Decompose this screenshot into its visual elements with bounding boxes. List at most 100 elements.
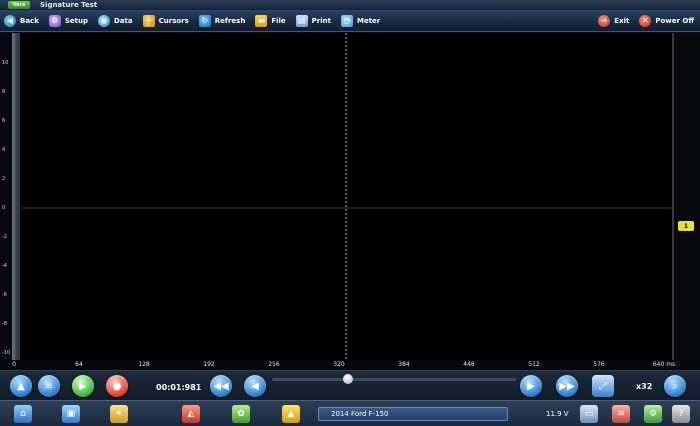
list-icon: ≡ <box>44 380 54 392</box>
help-icon[interactable]: ? <box>672 405 690 423</box>
y-tick-label: 2 <box>2 176 6 182</box>
step-back-button[interactable]: ◀ <box>244 375 266 397</box>
back-arrow-icon: ◀ <box>4 14 16 27</box>
channel-trigger-marker[interactable]: 1 <box>678 221 694 231</box>
y-tick-label: 6 <box>2 118 6 124</box>
scope-app-icon[interactable]: ◭ <box>182 405 200 423</box>
y-tick-label: 10 <box>2 60 9 66</box>
setup-label: Setup <box>64 16 89 25</box>
y-tick-label: -10 <box>2 350 11 356</box>
vehicle-selector[interactable]: 2014 Ford F-150 <box>318 407 508 421</box>
expand-icon: ▲ <box>17 380 25 392</box>
home-icon[interactable]: ⌂ <box>14 405 32 423</box>
rewind-icon: ◀◀ <box>213 380 229 392</box>
x-tick-label: 64 <box>75 361 83 368</box>
y-tick-label: 8 <box>2 89 6 95</box>
x-tick-label: 128 <box>138 361 150 368</box>
file-button[interactable]: ▬ File <box>251 11 291 31</box>
power-off-button[interactable]: ✕ Power Off <box>635 11 700 31</box>
refresh-button[interactable]: ↻ Refresh <box>195 11 252 31</box>
window-title: Signature Test <box>40 1 98 9</box>
waveform-plot[interactable]: + <box>18 33 674 360</box>
power-off-icon: ✕ <box>639 14 652 27</box>
skip-forward-button[interactable]: ▶▶ <box>556 375 578 397</box>
cursors-icon: ┼ <box>142 14 155 27</box>
shop-manager-icon[interactable]: ✿ <box>232 405 250 423</box>
magnifier-icon: ⌕ <box>672 380 678 392</box>
setup-gear-icon: ⚙ <box>48 14 61 27</box>
vehicle-menu-icon[interactable]: ▣ <box>62 405 80 423</box>
y-tick-label: 0 <box>2 205 6 211</box>
fast-forward-icon: ▶▶ <box>559 380 575 392</box>
x-tick-label: 320 <box>333 361 345 368</box>
refresh-label: Refresh <box>214 16 246 25</box>
x-tick-label: 192 <box>203 361 215 368</box>
app-logo: Vera <box>8 1 30 9</box>
exit-icon: ➜ <box>598 14 611 27</box>
x-tick-label: 448 <box>463 361 475 368</box>
record-button[interactable]: ● <box>106 375 128 397</box>
printer-icon: ▤ <box>295 14 308 27</box>
tools-icon[interactable]: ✦ <box>110 405 128 423</box>
scope-panel: 10 8 6 4 2 0 -2 -4 -6 -8 -10 + 1 <box>0 33 700 360</box>
battery-voltage: 11.9 V <box>546 410 569 418</box>
x-tick-label: 640 ms <box>652 361 676 368</box>
play-icon: ▶ <box>79 380 87 392</box>
settings-icon[interactable]: ⚙ <box>644 405 662 423</box>
meter-icon: ◔ <box>340 14 353 27</box>
y-tick-label: -4 <box>2 263 7 269</box>
title-bar: Vera Signature Test <box>0 0 700 10</box>
waveform-svg: + <box>20 33 672 360</box>
wifi-icon[interactable]: ≋ <box>612 405 630 423</box>
print-label: Print <box>311 16 331 25</box>
setup-button[interactable]: ⚙ Setup <box>45 11 94 31</box>
car-icon[interactable]: ▲ <box>282 405 300 423</box>
playback-controls: ▲ ≡ ▶ ● 00:01:981 ◀◀ ◀ ▶ ▶▶ ⤢ x32 ⌕ <box>0 370 700 400</box>
print-button[interactable]: ▤ Print <box>292 11 337 31</box>
x-tick-label: 256 <box>268 361 280 368</box>
scale-up-button[interactable]: ▲ <box>10 375 32 397</box>
cursors-button[interactable]: ┼ Cursors <box>139 11 195 31</box>
x-tick-label: 0 <box>12 361 16 368</box>
y-tick-label: -8 <box>2 321 7 327</box>
y-tick-label: -6 <box>2 292 7 298</box>
x-axis-ticks: 0 64 128 192 256 320 384 448 512 576 640 ms <box>0 360 700 370</box>
skip-back-button[interactable]: ◀◀ <box>210 375 232 397</box>
data-label: Data <box>114 16 133 25</box>
step-back-icon: ◀ <box>251 380 259 392</box>
step-forward-button[interactable]: ▶ <box>520 375 542 397</box>
x-tick-label: 384 <box>398 361 410 368</box>
timeline-slider-track[interactable] <box>272 378 516 381</box>
folder-icon: ▬ <box>255 14 268 27</box>
play-button[interactable]: ▶ <box>72 375 94 397</box>
exit-button[interactable]: ➜ Exit <box>594 11 635 31</box>
timeline-slider-thumb[interactable] <box>343 374 353 384</box>
meter-label: Meter <box>356 16 381 25</box>
zoom-fit-icon: ⤢ <box>599 380 607 392</box>
taskbar: ⌂ ▣ ✦ ◭ ✿ ▲ 2014 Ford F-150 11.9 V ▭ ≋ ⚙… <box>0 400 700 426</box>
record-list-button[interactable]: ≡ <box>38 375 60 397</box>
step-forward-icon: ▶ <box>527 380 535 392</box>
zoom-fit-button[interactable]: ⤢ <box>592 375 614 397</box>
exit-label: Exit <box>614 16 630 25</box>
cursors-label: Cursors <box>158 16 189 25</box>
record-icon: ● <box>112 380 122 392</box>
back-label: Back <box>20 16 39 25</box>
refresh-icon: ↻ <box>198 14 211 27</box>
power-off-label: Power Off <box>655 16 694 25</box>
x-tick-label: 576 <box>593 361 605 368</box>
cursor-marker: + <box>209 160 217 170</box>
back-button[interactable]: ◀ Back <box>0 11 45 31</box>
y-tick-label: -2 <box>2 234 7 240</box>
zoom-level: x32 <box>636 382 653 391</box>
file-label: File <box>271 16 286 25</box>
data-eye-icon: ◉ <box>98 14 111 27</box>
x-tick-label: 512 <box>528 361 540 368</box>
y-tick-label: 4 <box>2 147 6 153</box>
elapsed-timer: 00:01:981 <box>156 383 202 392</box>
data-button[interactable]: ◉ Data <box>94 11 139 31</box>
screenshot-icon[interactable]: ▭ <box>580 405 598 423</box>
zoom-button[interactable]: ⌕ <box>664 375 686 397</box>
toolbar: ◀ Back ⚙ Setup ◉ Data ┼ Cursors ↻ Refres… <box>0 10 700 32</box>
meter-button[interactable]: ◔ Meter <box>337 11 386 31</box>
